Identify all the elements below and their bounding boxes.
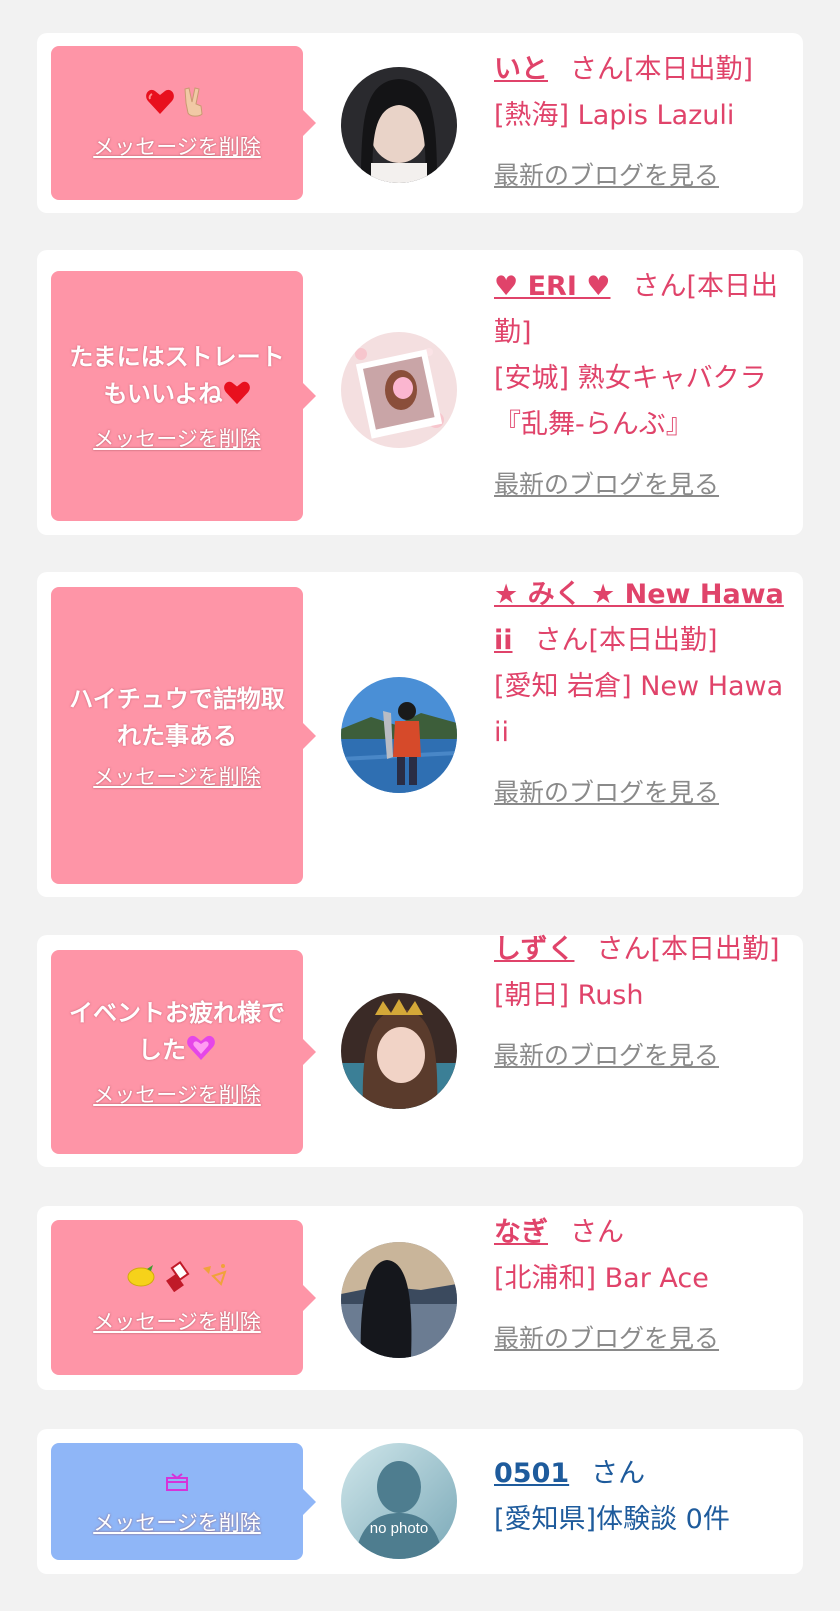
blog-link[interactable]: 最新のブログを見る: [494, 462, 786, 508]
avatar[interactable]: [341, 332, 457, 448]
sparkle-icon: [199, 1262, 229, 1297]
message-card: メッセージを削除 いと さん[本日出勤] [熱海] Lapis Lazuli 最新…: [37, 33, 803, 213]
san-label: さん: [591, 1458, 646, 1489]
shop-label: [朝日] Rush: [494, 980, 644, 1011]
cast-name-link[interactable]: なぎ: [494, 1217, 548, 1248]
avatar[interactable]: no photo: [341, 1443, 457, 1559]
lipstick-icon: [163, 1260, 193, 1299]
cast-info: いと さん[本日出勤] [熱海] Lapis Lazuli 最新のブログを見る: [494, 47, 786, 199]
cast-info: 0501 さん [愛知県]体験談 0件: [494, 1451, 786, 1543]
message-text: イベントお疲れ様でした: [63, 995, 291, 1073]
name-line: なぎ さん: [494, 1210, 786, 1256]
name-line: ★ みく ★ New Hawaii さん[本日出勤]: [494, 572, 786, 664]
message-emoji-row: [145, 85, 209, 125]
name-line: ♥ ERI ♥ さん[本日出勤]: [494, 264, 786, 356]
name-line: いと さん[本日出勤]: [494, 47, 786, 93]
delete-message-link[interactable]: メッセージを削除: [93, 761, 261, 791]
san-label: さん: [570, 54, 624, 85]
san-label: さん: [596, 934, 651, 965]
cast-name-link[interactable]: しずく: [494, 934, 574, 965]
cast-name-link[interactable]: ♥ ERI ♥: [494, 271, 611, 302]
cast-info: なぎ さん [北浦和] Bar Ace 最新のブログを見る: [494, 1210, 786, 1362]
shop-label: [安城] 熟女キャバクラ『乱舞-らんぶ』: [494, 363, 767, 440]
san-label: さん: [534, 625, 589, 656]
cast-info: しずく さん[本日出勤] [朝日] Rush 最新のブログを見る: [494, 927, 786, 1079]
message-card: たまにはストレートもいいよね メッセージを削除 ♥ ERI ♥ さん[本日出勤] …: [37, 250, 803, 535]
status-label: [本日出勤]: [624, 54, 754, 85]
lemon-icon: [125, 1263, 157, 1296]
sparkling-heart-icon: [186, 1034, 216, 1073]
status-label: [本日出勤]: [650, 934, 780, 965]
heart-icon: [145, 88, 175, 123]
avatar[interactable]: [341, 1242, 457, 1358]
message-bubble: ハイチュウで詰物取れた事ある メッセージを削除: [51, 587, 316, 884]
shop-label: [北浦和] Bar Ace: [494, 1263, 709, 1294]
message-bubble: イベントお疲れ様でした メッセージを削除: [51, 950, 316, 1154]
victory-hand-icon: [181, 86, 209, 125]
svg-text:no photo: no photo: [370, 1520, 428, 1537]
blog-link[interactable]: 最新のブログを見る: [494, 153, 786, 199]
delete-message-link[interactable]: メッセージを削除: [93, 1306, 261, 1336]
message-text: ハイチュウで詰物取れた事ある: [69, 684, 285, 750]
heart-icon: [223, 380, 251, 417]
message-bubble: たまにはストレートもいいよね メッセージを削除: [51, 271, 316, 521]
message-emoji-row: [125, 1260, 229, 1300]
blog-link[interactable]: 最新のブログを見る: [494, 1033, 786, 1079]
message-card: イベントお疲れ様でした メッセージを削除 しずく さん[本日出勤] [朝日] Ru…: [37, 934, 803, 1167]
avatar[interactable]: [341, 677, 457, 793]
gift-icon: [164, 1469, 190, 1499]
shop-label: [愛知県]体験談 0件: [494, 1504, 730, 1535]
message-bubble: メッセージを削除: [51, 1220, 316, 1375]
name-line: しずく さん[本日出勤]: [494, 927, 786, 973]
blog-link[interactable]: 最新のブログを見る: [494, 770, 786, 816]
cast-name-link[interactable]: 0501: [494, 1458, 569, 1489]
message-list: メッセージを削除 いと さん[本日出勤] [熱海] Lapis Lazuli 最新…: [0, 0, 840, 1611]
san-label: さん: [570, 1217, 624, 1248]
message-emoji-row: [164, 1467, 190, 1501]
delete-message-link[interactable]: メッセージを削除: [93, 1507, 261, 1537]
status-label: [本日出勤]: [588, 625, 718, 656]
blog-link[interactable]: 最新のブログを見る: [494, 1316, 786, 1362]
cast-name-link[interactable]: いと: [494, 54, 548, 85]
shop-label: [熱海] Lapis Lazuli: [494, 100, 735, 131]
message-card: メッセージを削除 no photo 0501 さん [愛知県]体験談 0件: [37, 1429, 803, 1574]
message-text: たまにはストレートもいいよね: [63, 339, 291, 417]
message-bubble: メッセージを削除: [51, 1443, 316, 1560]
avatar[interactable]: [341, 67, 457, 183]
delete-message-link[interactable]: メッセージを削除: [93, 1079, 261, 1109]
cast-info: ★ みく ★ New Hawaii さん[本日出勤] [愛知 岩倉] New Ha…: [494, 572, 786, 816]
name-line: 0501 さん: [494, 1451, 786, 1497]
san-label: さん: [632, 271, 687, 302]
cast-info: ♥ ERI ♥ さん[本日出勤] [安城] 熟女キャバクラ『乱舞-らんぶ』 最新の…: [494, 264, 786, 508]
message-card: ハイチュウで詰物取れた事ある メッセージを削除 ★ みく ★ New Hawai…: [37, 572, 803, 897]
shop-label: [愛知 岩倉] New Hawaii: [494, 671, 784, 748]
message-card: メッセージを削除 なぎ さん [北浦和] Bar Ace 最新のブログを見る: [37, 1206, 803, 1390]
message-bubble: メッセージを削除: [51, 46, 316, 200]
delete-message-link[interactable]: メッセージを削除: [93, 423, 261, 453]
avatar[interactable]: [341, 993, 457, 1109]
delete-message-link[interactable]: メッセージを削除: [93, 131, 261, 161]
